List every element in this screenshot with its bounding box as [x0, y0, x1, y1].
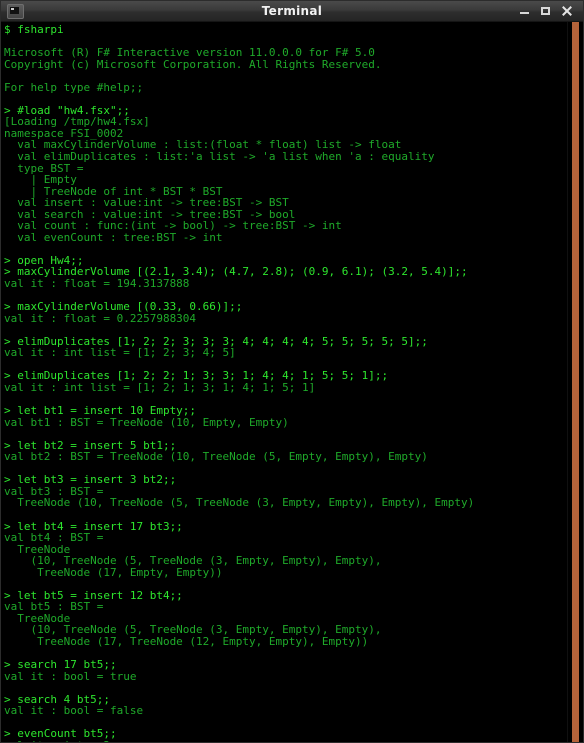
- scrollbar-thumb[interactable]: [572, 22, 579, 742]
- terminal-line: val it : bool = true: [4, 669, 137, 683]
- terminal-line: val evenCount : tree:BST -> int: [4, 230, 223, 244]
- terminal-window: Terminal $ fsharpi Microsoft (R) F# Inte…: [0, 0, 584, 743]
- close-icon[interactable]: [561, 5, 573, 17]
- terminal-line: > maxCylinderVolume [(0.33, 0.66)];;: [4, 300, 243, 314]
- terminal-line: (10, TreeNode (5, TreeNode (3, Empty, Em…: [4, 554, 382, 568]
- terminal-line: TreeNode (17, TreeNode (12, Empty, Empty…: [4, 634, 369, 648]
- terminal-line: val bt1 : BST = TreeNode (10, Empty, Emp…: [4, 415, 289, 429]
- terminal-line: val it : int list = [1; 2; 1; 3; 1; 4; 1…: [4, 380, 316, 394]
- maximize-icon[interactable]: [540, 5, 552, 17]
- terminal-line: For help type #help;;: [4, 80, 144, 94]
- terminal-line: TreeNode (17, Empty, Empty)): [4, 565, 223, 579]
- terminal-line: val it : float = 0.2257988304: [4, 311, 197, 325]
- terminal-line: val bt4 : BST =: [4, 531, 104, 545]
- terminal-line: $ fsharpi: [4, 23, 64, 36]
- terminal-line: val bt5 : BST =: [4, 600, 104, 614]
- terminal-line: Microsoft (R) F# Interactive version 11.…: [4, 46, 375, 60]
- terminal-body: $ fsharpi Microsoft (R) F# Interactive v…: [1, 22, 583, 742]
- terminal-line: val it : float = 194.3137888: [4, 277, 190, 291]
- terminal-line: | Empty: [4, 173, 77, 187]
- terminal-line: val it : int list = [1; 2; 3; 4; 5]: [4, 346, 236, 360]
- terminal-line: TreeNode (10, TreeNode (5, TreeNode (3, …: [4, 496, 475, 510]
- terminal-line: type BST =: [4, 161, 84, 175]
- terminal-line: val elimDuplicates : list:'a list -> 'a …: [4, 150, 435, 164]
- terminal-line: > search 17 bt5;;: [4, 658, 117, 672]
- terminal-line: val it : bool = false: [4, 704, 144, 718]
- terminal-scrollbar[interactable]: [567, 22, 583, 742]
- minimize-icon[interactable]: [519, 5, 531, 17]
- terminal-line: val bt2 : BST = TreeNode (10, TreeNode (…: [4, 450, 428, 464]
- window-title: Terminal: [261, 4, 323, 18]
- terminal-line: Copyright (c) Microsoft Corporation. All…: [4, 57, 382, 71]
- terminal-icon: [7, 3, 24, 19]
- window-titlebar: Terminal: [1, 1, 583, 22]
- terminal-output-area[interactable]: $ fsharpi Microsoft (R) F# Interactive v…: [1, 22, 567, 742]
- terminal-line: > let bt1 = insert 10 Empty;;: [4, 404, 197, 418]
- window-controls: [519, 5, 579, 17]
